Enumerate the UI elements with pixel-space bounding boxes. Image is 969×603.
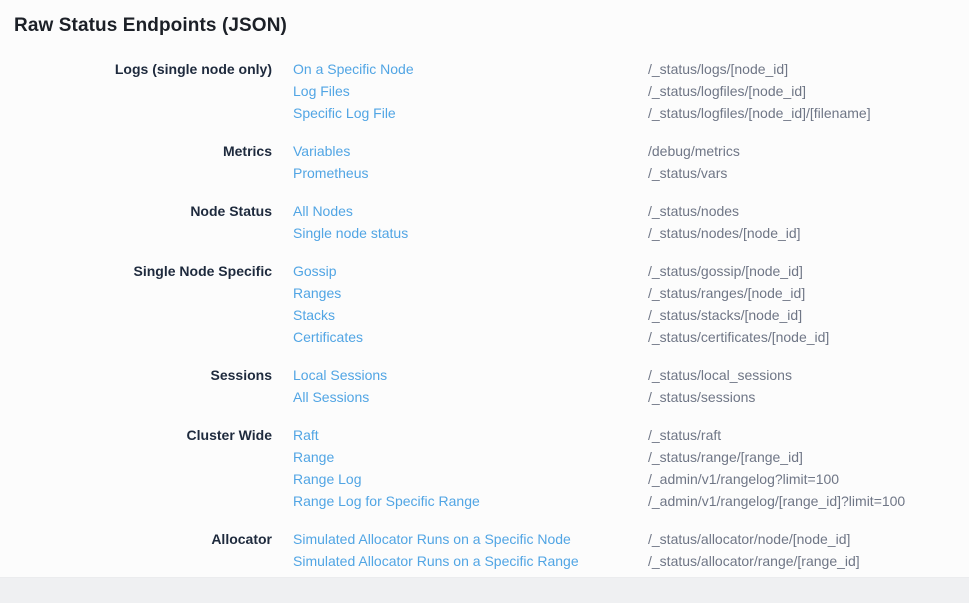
- endpoint-path: /_status/nodes: [648, 200, 969, 222]
- endpoint-group: Sessions Local SessionsAll Sessions /_st…: [0, 364, 969, 408]
- endpoint-link[interactable]: Certificates: [293, 326, 646, 348]
- endpoint-group: Cluster Wide RaftRangeRange LogRange Log…: [0, 424, 969, 512]
- endpoint-paths: /_status/allocator/node/[node_id]/_statu…: [646, 528, 969, 572]
- endpoint-group: Metrics VariablesPrometheus /debug/metri…: [0, 140, 969, 184]
- endpoint-links: On a Specific NodeLog FilesSpecific Log …: [272, 58, 646, 124]
- footer-strip: [0, 577, 969, 603]
- endpoint-link[interactable]: Log Files: [293, 80, 646, 102]
- endpoint-path: /_status/local_sessions: [648, 364, 969, 386]
- endpoint-link[interactable]: Stacks: [293, 304, 646, 326]
- category-label: Metrics: [0, 140, 272, 184]
- endpoint-path: /_status/sessions: [648, 386, 969, 408]
- endpoint-link[interactable]: Range: [293, 446, 646, 468]
- category-label: Sessions: [0, 364, 272, 408]
- endpoint-path: /_status/logs/[node_id]: [648, 58, 969, 80]
- endpoint-path: /_status/raft: [648, 424, 969, 446]
- category-label: Node Status: [0, 200, 272, 244]
- endpoint-group: Node Status All NodesSingle node status …: [0, 200, 969, 244]
- endpoint-paths: /debug/metrics/_status/vars: [646, 140, 969, 184]
- endpoint-path: /_status/allocator/node/[node_id]: [648, 528, 969, 550]
- endpoint-path: /_status/stacks/[node_id]: [648, 304, 969, 326]
- endpoint-paths: /_status/raft/_status/range/[range_id]/_…: [646, 424, 969, 512]
- endpoint-links: Local SessionsAll Sessions: [272, 364, 646, 408]
- category-label: Logs (single node only): [0, 58, 272, 124]
- endpoint-links: All NodesSingle node status: [272, 200, 646, 244]
- endpoint-path: /_status/ranges/[node_id]: [648, 282, 969, 304]
- endpoint-paths: /_status/gossip/[node_id]/_status/ranges…: [646, 260, 969, 348]
- category-label: Cluster Wide: [0, 424, 272, 512]
- endpoint-group: Single Node Specific GossipRangesStacksC…: [0, 260, 969, 348]
- endpoint-link[interactable]: Local Sessions: [293, 364, 646, 386]
- endpoint-path: /_status/range/[range_id]: [648, 446, 969, 468]
- endpoint-link[interactable]: Specific Log File: [293, 102, 646, 124]
- endpoint-path: /debug/metrics: [648, 140, 969, 162]
- endpoint-path: /_status/nodes/[node_id]: [648, 222, 969, 244]
- endpoint-links: VariablesPrometheus: [272, 140, 646, 184]
- endpoint-group: Allocator Simulated Allocator Runs on a …: [0, 528, 969, 572]
- endpoint-path: /_status/allocator/range/[range_id]: [648, 550, 969, 572]
- endpoint-link[interactable]: Prometheus: [293, 162, 646, 184]
- endpoint-path: /_status/logfiles/[node_id]/[filename]: [648, 102, 969, 124]
- endpoint-paths: /_status/logs/[node_id]/_status/logfiles…: [646, 58, 969, 124]
- category-label: Allocator: [0, 528, 272, 572]
- endpoint-links: RaftRangeRange LogRange Log for Specific…: [272, 424, 646, 512]
- endpoint-path: /_status/certificates/[node_id]: [648, 326, 969, 348]
- category-label: Single Node Specific: [0, 260, 272, 348]
- endpoint-link[interactable]: On a Specific Node: [293, 58, 646, 80]
- endpoint-link[interactable]: Single node status: [293, 222, 646, 244]
- page-title: Raw Status Endpoints (JSON): [0, 0, 969, 39]
- endpoints-list: Logs (single node only) On a Specific No…: [0, 58, 969, 572]
- endpoint-links: Simulated Allocator Runs on a Specific N…: [272, 528, 646, 572]
- endpoint-link[interactable]: Variables: [293, 140, 646, 162]
- endpoint-links: GossipRangesStacksCertificates: [272, 260, 646, 348]
- endpoint-paths: /_status/nodes/_status/nodes/[node_id]: [646, 200, 969, 244]
- endpoint-link[interactable]: Gossip: [293, 260, 646, 282]
- endpoint-link[interactable]: Raft: [293, 424, 646, 446]
- endpoint-path: /_admin/v1/rangelog?limit=100: [648, 468, 969, 490]
- endpoint-path: /_admin/v1/rangelog/[range_id]?limit=100: [648, 490, 969, 512]
- endpoint-link[interactable]: All Nodes: [293, 200, 646, 222]
- endpoint-group: Logs (single node only) On a Specific No…: [0, 58, 969, 124]
- endpoint-link[interactable]: Simulated Allocator Runs on a Specific R…: [293, 550, 646, 572]
- endpoint-path: /_status/gossip/[node_id]: [648, 260, 969, 282]
- endpoint-link[interactable]: All Sessions: [293, 386, 646, 408]
- endpoint-paths: /_status/local_sessions/_status/sessions: [646, 364, 969, 408]
- endpoint-path: /_status/vars: [648, 162, 969, 184]
- endpoint-link[interactable]: Ranges: [293, 282, 646, 304]
- endpoint-path: /_status/logfiles/[node_id]: [648, 80, 969, 102]
- endpoint-link[interactable]: Simulated Allocator Runs on a Specific N…: [293, 528, 646, 550]
- endpoint-link[interactable]: Range Log for Specific Range: [293, 490, 646, 512]
- endpoint-link[interactable]: Range Log: [293, 468, 646, 490]
